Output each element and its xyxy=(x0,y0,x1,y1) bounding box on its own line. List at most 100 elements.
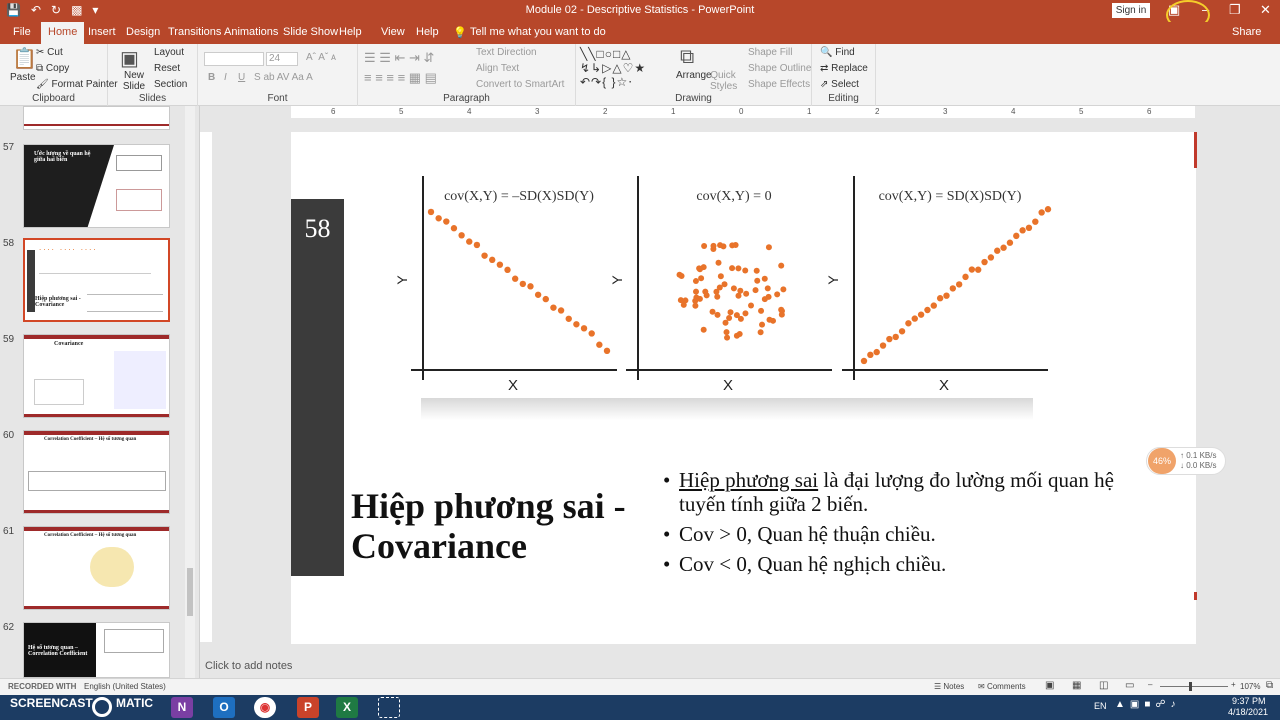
new-slide-button[interactable]: New Slide xyxy=(116,70,152,92)
scatter-point xyxy=(722,319,729,326)
excel-taskbar-icon[interactable]: X xyxy=(336,697,358,718)
zoom-in-icon[interactable]: + xyxy=(1231,680,1236,689)
clock-time[interactable]: 9:37 PM xyxy=(1232,696,1266,706)
ruler-tick-label: 3 xyxy=(535,107,540,116)
thumbnail-62[interactable]: Hệ số tương quan – Correlation Coefficie… xyxy=(23,622,170,678)
thumbnail-61[interactable]: Correlation Coefficient – Hệ số tương qu… xyxy=(23,526,170,610)
shape-fill-button[interactable]: Shape Fill xyxy=(748,47,792,58)
bullets-icon[interactable]: ☰ ☰ ⇤ ⇥ ⇵ xyxy=(364,50,434,66)
normal-view-icon[interactable]: ▣ xyxy=(1045,680,1054,691)
scrollbar-thumb[interactable] xyxy=(187,568,193,616)
bold-icon[interactable]: B xyxy=(208,72,215,83)
font-color-icon[interactable]: S ab AV Aa A xyxy=(254,72,313,83)
arrange-icon[interactable]: ⧉ xyxy=(680,46,694,69)
scatter-point xyxy=(466,238,473,245)
scatter-point xyxy=(892,333,899,341)
slideshow-view-icon[interactable]: ▭ xyxy=(1125,680,1134,691)
thumbnail-58[interactable]: ⋅⋅⋅⋅ ⋅⋅⋅⋅ ⋅⋅⋅⋅ Hiệp phương sai - Covaria… xyxy=(23,238,170,322)
language-indicator[interactable]: English (United States) xyxy=(84,682,166,691)
copy-button[interactable]: ⧉ Copy xyxy=(36,63,69,74)
quick-styles-button[interactable]: Quick Styles xyxy=(710,70,737,92)
copy-label: Copy xyxy=(45,63,70,74)
convert-smartart-button[interactable]: Convert to SmartArt xyxy=(476,79,564,90)
tab-help[interactable]: Help xyxy=(416,26,439,38)
chrome-taskbar-icon[interactable]: ◉ xyxy=(254,697,276,718)
underline-icon[interactable]: U xyxy=(238,72,245,83)
tab-file[interactable]: File xyxy=(13,26,31,38)
scatter-point xyxy=(550,304,557,311)
shape-effects-button[interactable]: Shape Effects xyxy=(748,79,810,90)
tab-animations[interactable]: Animations xyxy=(224,26,278,38)
paste-button[interactable]: Paste xyxy=(10,72,36,83)
italic-icon[interactable]: I xyxy=(224,72,227,83)
comments-button[interactable]: ✉ Comments xyxy=(978,682,1026,691)
onenote-taskbar-icon[interactable]: N xyxy=(171,697,193,718)
zoom-slider-thumb[interactable] xyxy=(1189,682,1192,691)
text-direction-button[interactable]: Text Direction xyxy=(476,47,537,58)
replace-button[interactable]: ⇄ Replace xyxy=(820,63,868,74)
tab-home[interactable]: Home xyxy=(41,22,85,44)
covariance-figure[interactable]: cov(X,Y) = –SD(X)SD(Y) X Ycov(X,Y) = 0 X Yco… xyxy=(291,132,1196,432)
layout-button[interactable]: Layout xyxy=(154,47,184,58)
slide-title[interactable]: Hiệp phương sai - Covariance xyxy=(351,486,651,566)
zoom-level[interactable]: 107% xyxy=(1240,682,1260,691)
tab-insert[interactable]: Insert xyxy=(88,26,116,38)
tab-slide-show[interactable]: Slide Show xyxy=(283,26,338,38)
fit-slide-icon[interactable]: ⧉ xyxy=(1266,680,1273,691)
grow-font-icon[interactable]: Aˆ Aˇ ᴀ xyxy=(306,52,336,63)
tab-review[interactable]: Help xyxy=(339,26,362,38)
tab-view[interactable]: View xyxy=(381,26,405,38)
arrange-button[interactable]: Arrange xyxy=(676,70,712,81)
format-painter-button[interactable]: 🖌 Format Painter xyxy=(36,79,118,90)
tell-me-search[interactable]: Tell me what you want to do xyxy=(470,26,606,38)
slide-sorter-icon[interactable]: ▦ xyxy=(1072,680,1081,691)
new-slide-icon[interactable]: ▣ xyxy=(120,46,139,71)
powerpoint-taskbar-icon[interactable]: P xyxy=(297,697,319,718)
input-language[interactable]: EN xyxy=(1094,701,1107,711)
font-size-select[interactable]: 24 xyxy=(266,52,298,66)
snipping-tool-taskbar-icon[interactable] xyxy=(378,697,400,718)
scatter-point xyxy=(780,286,787,293)
share-button[interactable]: Share xyxy=(1232,26,1261,38)
thumbnail-57[interactable]: Ước lượng về quan hệ giữa hai biến xyxy=(23,144,170,228)
tab-transitions[interactable]: Transitions xyxy=(168,26,221,38)
scatter-point xyxy=(473,241,481,249)
align-text-button[interactable]: Align Text xyxy=(476,63,519,74)
tab-design[interactable]: Design xyxy=(126,26,160,38)
notes-placeholder[interactable]: Click to add notes xyxy=(200,658,1280,678)
system-tray-icons[interactable]: ▲▣■☍♪ xyxy=(1115,699,1181,710)
thumbnail-60[interactable]: Correlation Coefficient – Hệ số tương qu… xyxy=(23,430,170,514)
slide-58[interactable]: 58 cov(X,Y) = –SD(X)SD(Y) X Ycov(X,Y) = 0X… xyxy=(291,132,1197,644)
upload-speed: ↑ 0.1 KB/s xyxy=(1180,451,1217,460)
scatter-point xyxy=(557,307,565,314)
font-name-select[interactable] xyxy=(204,52,264,66)
section-button[interactable]: Section xyxy=(154,79,187,90)
slide-bullets[interactable]: Hiệp phương sai là đại lượng đo lường mố… xyxy=(663,468,1133,582)
scatter-point xyxy=(682,297,689,304)
zoom-out-icon[interactable]: – xyxy=(1148,680,1152,689)
paste-icon[interactable]: 📋 xyxy=(12,46,37,71)
find-button[interactable]: 🔍 Find xyxy=(820,47,855,58)
sign-in-button[interactable]: Sign in xyxy=(1112,3,1150,18)
scatter-point xyxy=(754,277,761,284)
scatter-point xyxy=(435,215,442,222)
align-icons[interactable]: ≡ ≡ ≡ ≡ ▦ ▤ xyxy=(364,70,437,86)
thumbnail-56[interactable] xyxy=(23,106,170,130)
reset-button[interactable]: Reset xyxy=(154,63,180,74)
restore-icon[interactable]: ❐ xyxy=(1229,2,1241,18)
shape-outline-button[interactable]: Shape Outline xyxy=(748,63,811,74)
scatter-point xyxy=(1032,218,1039,225)
scatter-point xyxy=(450,225,458,232)
cut-button[interactable]: ✂ Cut xyxy=(36,47,63,58)
outlook-taskbar-icon[interactable]: O xyxy=(213,697,235,718)
reading-view-icon[interactable]: ◫ xyxy=(1099,680,1108,691)
thumbnail-59[interactable]: Covariance xyxy=(23,334,170,418)
ruler-tick-label: 2 xyxy=(603,107,608,116)
zoom-slider[interactable] xyxy=(1160,686,1228,687)
clock-date[interactable]: 4/18/2021 xyxy=(1228,707,1268,717)
shapes-gallery[interactable]: ╲╲□○□△ ↯↳▷△♡★ ↶↷{ }☆⋅ xyxy=(580,47,646,89)
thumbnail-scrollbar[interactable] xyxy=(185,106,195,678)
notes-button[interactable]: ☰ Notes xyxy=(934,682,964,691)
select-button[interactable]: ⇗ Select xyxy=(820,79,859,90)
close-icon[interactable]: ✕ xyxy=(1260,2,1271,18)
